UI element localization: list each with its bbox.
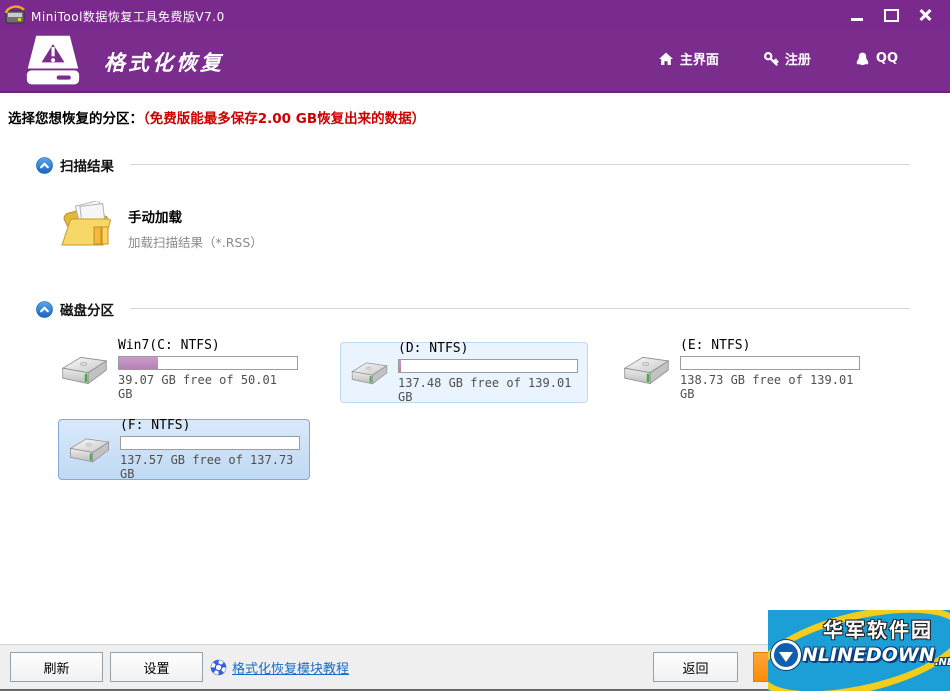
app-icon [4,5,25,24]
prompt-text: 选择您想恢复的分区： [8,111,143,127]
hard-drive-icon [61,356,108,385]
drive-usage-bar [680,356,860,370]
drive-usage-fill [119,357,158,369]
free-limit-note: （免费版能最多保存2.00 GB恢复出来的数据） [143,111,426,127]
down-arrow-icon [779,651,793,662]
divider [130,308,910,309]
drive-info: (F: NTFS) 137.57 GB free of 137.73 GB [120,417,300,481]
hard-drive-icon [351,362,388,384]
watermark-domain-suffix: .NET [934,657,950,668]
format-recovery-warning-drive-icon [26,35,80,85]
app-window: MiniTool数据恢复工具免费版V7.0 格式化恢复 主界面 注册 QQ 选择… [0,0,950,691]
hard-drive-icon [69,437,110,463]
onlinedown-o-logo [771,640,801,670]
main-content: 选择您想恢复的分区：（免费版能最多保存2.00 GB恢复出来的数据） 扫描结果 [0,93,950,644]
minimize-button[interactable] [840,0,874,30]
drive-info: Win7(C: NTFS) 39.07 GB free of 50.01 GB [118,339,298,401]
help-lifebuoy-icon [210,659,227,676]
window-controls [840,0,942,30]
tutorial-link[interactable]: 格式化恢复模块教程 [232,658,349,677]
back-button[interactable]: 返回 [653,652,738,682]
drive-usage-bar [398,358,578,373]
drive-item-f[interactable]: (F: NTFS) 137.57 GB free of 137.73 GB [58,417,310,481]
drive-label: (F: NTFS) [120,417,191,433]
refresh-button[interactable]: 刷新 [10,652,103,682]
page-title: 格式化恢复 [104,51,224,75]
titlebar: MiniTool数据恢复工具免费版V7.0 [0,0,950,30]
qq-penguin-icon [856,52,869,65]
window-title: MiniTool数据恢复工具免费版V7.0 [31,10,225,24]
nav-main-interface[interactable]: 主界面 [658,49,719,68]
tutorial-link-group[interactable]: 格式化恢复模块教程 [210,658,349,677]
drive-usage-bar [118,356,298,370]
drive-size-text: 137.48 GB free of 139.01 GB [398,375,572,404]
settings-button[interactable]: 设置 [110,652,203,682]
maximize-button[interactable] [874,0,908,30]
manual-load-subtitle: 加载扫描结果（*.RSS） [128,235,263,250]
drive-size-text: 137.57 GB free of 137.73 GB [120,452,294,481]
section-disk-partitions: 磁盘分区 [36,299,114,319]
section-title: 扫描结果 [60,159,114,175]
watermark-site-name: 华军软件园 [823,618,933,642]
hard-drive-icon [623,356,670,385]
section-title: 磁盘分区 [60,303,114,319]
watermark-domain: NLINEDOWN [802,644,935,666]
manual-load-item[interactable]: 手动加载 加载扫描结果（*.RSS） [60,201,263,251]
nav-label: QQ [875,51,898,66]
home-icon [658,52,673,65]
header-nav: 主界面 注册 QQ [658,49,898,68]
collapse-arrow-icon[interactable] [36,300,53,318]
watermark-domain-row: NLINEDOWN .NET [771,640,950,670]
section-scan-results: 扫描结果 [36,155,114,175]
drive-usage-fill [399,359,401,372]
nav-register[interactable]: 注册 [763,49,811,68]
close-button[interactable] [908,0,942,30]
drive-size-text: 39.07 GB free of 50.01 GB [118,373,277,401]
module-header: 格式化恢复 主界面 注册 QQ [0,30,950,93]
drive-label: (D: NTFS) [398,340,469,356]
drive-info: (E: NTFS) 138.73 GB free of 139.01 GB [680,339,860,401]
drive-size-text: 138.73 GB free of 139.01 GB [680,373,854,401]
close-icon [919,9,931,21]
drive-item-c[interactable]: Win7(C: NTFS) 39.07 GB free of 50.01 GB [50,339,308,401]
manual-load-title: 手动加载 [128,210,182,226]
drive-info: (D: NTFS) 137.48 GB free of 139.01 GB [398,340,578,404]
key-icon [763,51,779,66]
nav-qq[interactable]: QQ [855,49,898,68]
manual-load-text: 手动加载 加载扫描结果（*.RSS） [128,201,263,251]
drive-item-e[interactable]: (E: NTFS) 138.73 GB free of 139.01 GB [612,339,870,401]
drive-label: Win7(C: NTFS) [118,338,220,353]
divider [130,164,910,165]
drive-label: (E: NTFS) [680,338,751,353]
partition-prompt: 选择您想恢复的分区：（免费版能最多保存2.00 GB恢复出来的数据） [8,107,425,127]
collapse-arrow-icon[interactable] [36,156,53,174]
maximize-icon [883,8,899,22]
open-folder-icon [61,201,111,246]
drive-usage-bar [120,435,300,450]
nav-label: 注册 [784,53,811,68]
drive-item-d[interactable]: (D: NTFS) 137.48 GB free of 139.01 GB [340,340,588,404]
onlinedown-watermark: 华军软件园 NLINEDOWN .NET [768,610,950,691]
minimize-icon [851,17,863,21]
nav-label: 主界面 [679,53,719,68]
